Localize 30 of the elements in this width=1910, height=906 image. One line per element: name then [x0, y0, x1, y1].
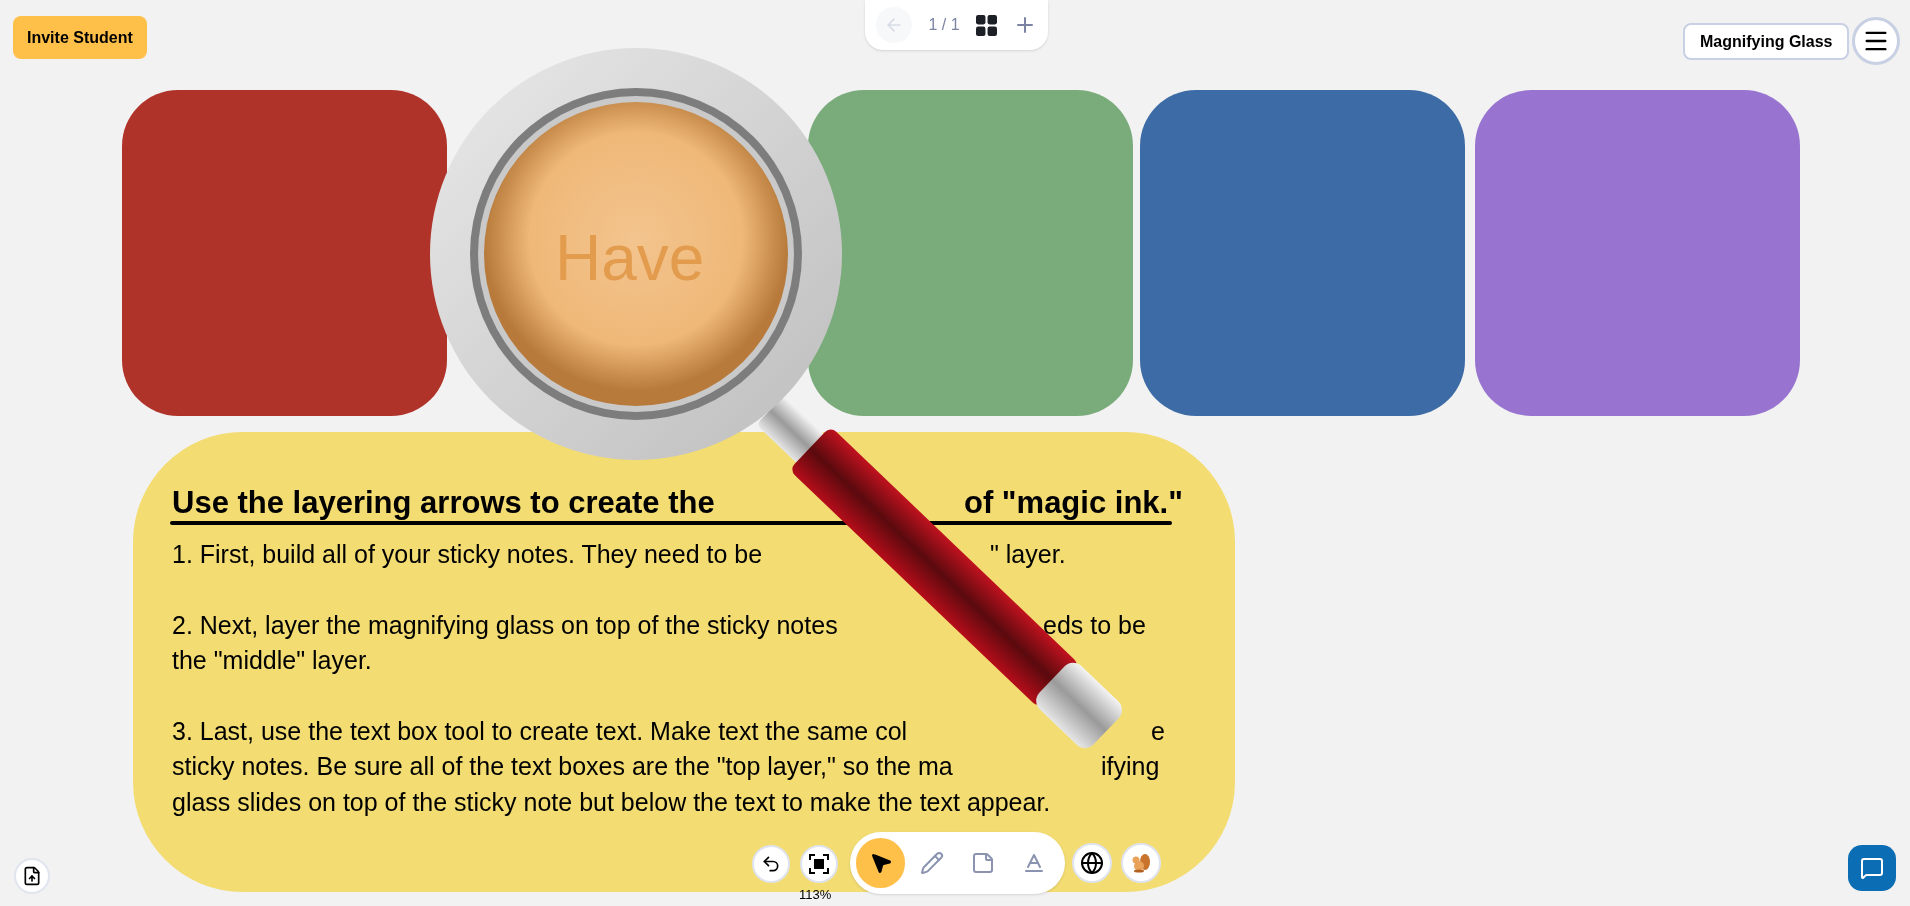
invite-student-button[interactable]: Invite Student [13, 16, 147, 59]
zoom-level: 113% [799, 886, 832, 904]
file-upload-icon [22, 866, 42, 886]
instructions-title: Use the layering arrows to create the [172, 484, 715, 522]
instruction-text: 3. Last, use the text box tool to create text. Make text the same col [172, 716, 908, 746]
fit-screen-icon [809, 854, 829, 874]
globe-icon [1080, 851, 1104, 875]
instruction-text: 1. First, build all of your sticky notes. They need to be [172, 539, 763, 569]
squirrel-icon [1131, 853, 1151, 873]
undo-icon [761, 854, 781, 874]
menu-button[interactable] [1852, 17, 1900, 65]
page-counter: 1 / 1 [928, 15, 960, 35]
magnifying-glass-button[interactable]: Magnifying Glass [1683, 23, 1850, 60]
instruction-text: ifying [1101, 751, 1160, 781]
instruction-text: " layer. [990, 539, 1066, 569]
lens-text: Have [555, 221, 705, 296]
upload-button[interactable] [14, 858, 50, 894]
instruction-text: glass slides on top of the sticky note but below the text to make the text appear. [172, 787, 1051, 817]
instruction-text: eds to be [1043, 610, 1146, 640]
instruction-text: the "middle" layer. [172, 645, 372, 675]
instruction-text: e [1151, 716, 1165, 746]
chat-icon [1860, 856, 1884, 880]
chat-button[interactable] [1848, 845, 1896, 891]
instruction-text: sticky notes. Be sure all of the text boxes are the "top layer," so the ma [172, 751, 953, 781]
pencil-icon [919, 851, 944, 875]
instructions-title: of "magic ink." [964, 484, 1183, 522]
instruction-text: 2. Next, layer the magnifying glass on top of the sticky notes [172, 610, 838, 640]
select-tool-button[interactable] [856, 838, 906, 888]
note-icon [971, 851, 996, 875]
grid-icon[interactable] [975, 14, 997, 36]
